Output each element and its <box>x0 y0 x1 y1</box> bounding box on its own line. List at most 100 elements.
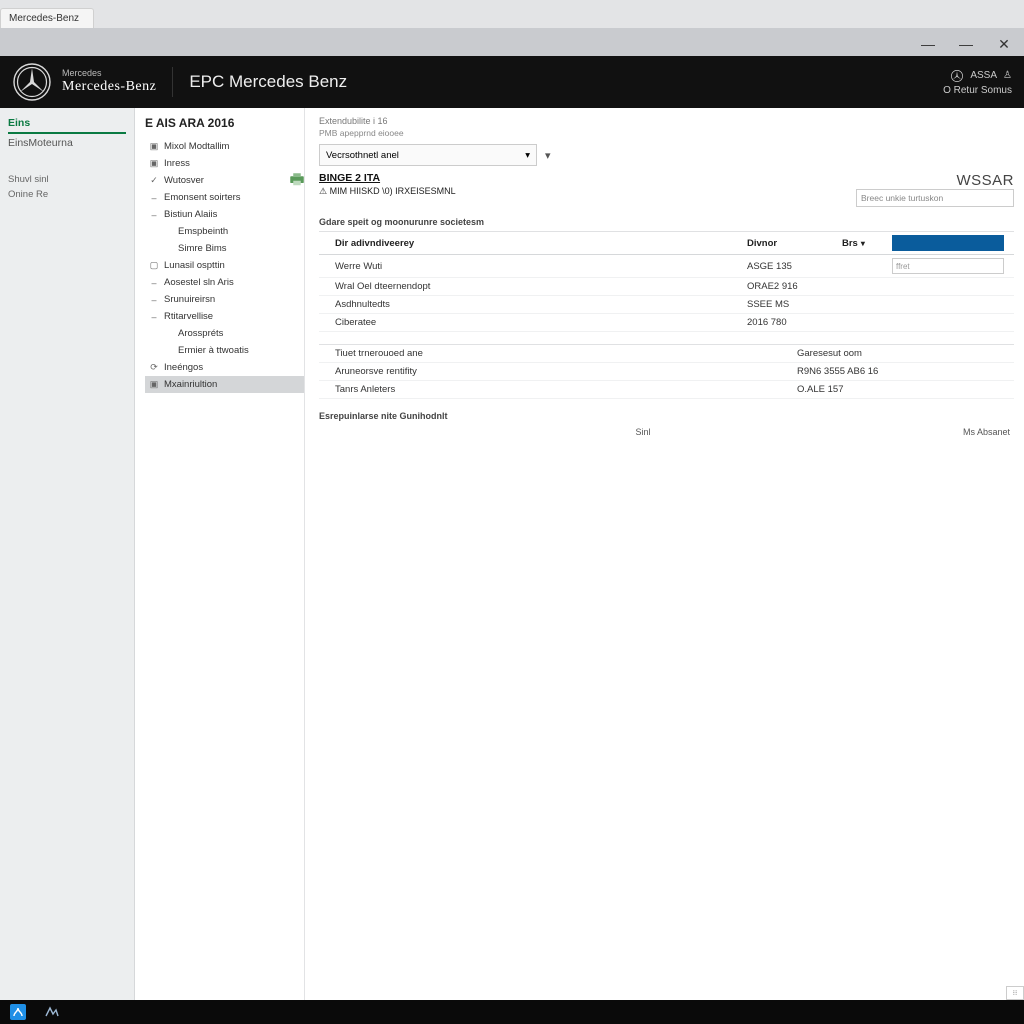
document-title[interactable]: BINGE 2 ITA <box>319 172 456 184</box>
tree-item-14[interactable]: ▣Mxainriultion <box>145 376 304 393</box>
tree-item-11[interactable]: Arosspréts <box>145 325 304 342</box>
document-subtitle: ⚠ MIM HIISKD \0) IRXEISESMNL <box>319 186 456 197</box>
inline-input[interactable]: ffret <box>892 258 1004 274</box>
maximize-icon[interactable]: — <box>958 36 974 52</box>
cell-value: SSEE MS <box>747 299 842 310</box>
main-content: Extendubilite i 16 PMB apepprnd eiooee V… <box>305 108 1024 1000</box>
tree-item-2[interactable]: ✓ Wutosver <box>145 172 304 189</box>
nav-tree: E AIS ARA 2016 ▣ Mixol Modtallim ▣ Inress ✓ W… <box>135 108 305 1000</box>
cell-value: R9N6 3555 AB6 16 <box>797 366 1012 377</box>
app-title: EPC Mercedes Benz <box>189 72 347 92</box>
tree-item-icon: ✓ <box>149 175 159 186</box>
sidebar-tab-secondary[interactable]: EinsMoteurna <box>8 134 126 152</box>
tree-item-icon: ▢ <box>149 260 159 271</box>
tree-item-icon: ▣ <box>149 141 159 152</box>
close-icon[interactable]: ✕ <box>996 36 1012 52</box>
footer-center-label: Sinl <box>635 427 650 437</box>
dropdown-label: Vecrsothnetl anel <box>326 150 399 161</box>
tree-item-7[interactable]: ▢ Lunasil ospttin <box>145 257 304 274</box>
header-assa-label: ASSA <box>970 70 997 81</box>
tree-item-label: Lunasil ospttin <box>164 260 225 271</box>
sidebar-link-2[interactable]: Onine Re <box>8 185 126 200</box>
table-header-row: Dir adivndiveerey Divnor Brs ▾ <box>319 232 1014 255</box>
table-row: AsdhnultedtsSSEE MS <box>319 296 1014 314</box>
col-header-3[interactable]: Brs ▾ <box>842 238 892 249</box>
chevron-down-icon: ▾ <box>525 150 530 161</box>
cell-value: ORAE2 916 <box>747 281 842 292</box>
cell-label: Ciberatee <box>321 317 747 328</box>
cell-label: Aruneorsve rentifity <box>321 366 797 377</box>
cell-value: ASGE 135 <box>747 261 842 272</box>
tree-item-icon: – <box>149 210 159 220</box>
tree-item-label: Simre Bims <box>178 243 227 254</box>
tree-item-8[interactable]: –Aosestel sln Aris <box>145 274 304 291</box>
tree-item-13[interactable]: ⟳ Ineéngos <box>145 359 304 376</box>
cell-label: Tanrs Anleters <box>321 384 797 395</box>
cell-label: Asdhnultedts <box>321 299 747 310</box>
brand-logo-small-icon <box>950 69 964 83</box>
tree-item-icon: – <box>149 295 159 305</box>
search-input[interactable]: Breec unkie turtuskon <box>856 189 1014 207</box>
breadcrumb: Extendubilite i 16 <box>319 116 1014 126</box>
taskbar-app-icon-1[interactable] <box>10 1004 26 1020</box>
dropdown-expand-icon[interactable]: ▾ <box>545 149 559 162</box>
tree-item-icon: – <box>149 312 159 322</box>
tree-item-label: Aosestel sln Aris <box>164 277 234 288</box>
table-row: Werre WutiASGE 135 ffret <box>319 255 1014 278</box>
cell-value: 2016 780 <box>747 317 842 328</box>
tree-item-label: Wutosver <box>164 175 204 186</box>
print-icon[interactable] <box>305 173 306 187</box>
table-row: Wral Oel dteernendoptORAE2 916 <box>319 278 1014 296</box>
tree-item-0[interactable]: ▣ Mixol Modtallim <box>145 138 304 155</box>
tree-item-12[interactable]: Ermier à ttwoatis <box>145 342 304 359</box>
brand-name: Mercedes-Benz <box>62 79 156 94</box>
brand-subtitle: Mercedes <box>62 69 156 79</box>
tree-item-4[interactable]: –Bistiun Alaiis <box>145 206 304 223</box>
resize-grip-icon[interactable]: ⁝⁝ <box>1006 986 1024 1000</box>
brand-logo-icon <box>12 62 52 102</box>
cell-value: O.ALE 157 <box>797 384 1012 395</box>
cell-label: Tiuet trnerouoed ane <box>321 348 797 359</box>
wsar-label: WSSAR <box>856 172 1014 189</box>
cell-value: Garesesut oom <box>797 348 1012 359</box>
tree-item-label: Ineéngos <box>164 362 203 373</box>
tree-item-5[interactable]: Emspbeinth <box>145 223 304 240</box>
taskbar-app-icon-2[interactable] <box>44 1004 60 1020</box>
tree-item-6[interactable]: Simre Bims <box>145 240 304 257</box>
tree-item-icon: – <box>149 193 159 203</box>
spec-table-2: Tiuet trnerouoed aneGaresesut oomAruneor… <box>319 344 1014 399</box>
context-dropdown[interactable]: Vecrsothnetl anel ▾ <box>319 144 537 166</box>
tree-item-label: Srunuireirsn <box>164 294 215 305</box>
tree-item-3[interactable]: –Emonsent soirters <box>145 189 304 206</box>
table-row: Tiuet trnerouoed aneGaresesut oom <box>319 345 1014 363</box>
tree-item-label: Inress <box>164 158 190 169</box>
sidebar-tab-active[interactable]: Eins <box>8 114 126 134</box>
breadcrumb-sub: PMB apepprnd eiooee <box>319 128 1014 138</box>
tree-item-label: Mixol Modtallim <box>164 141 229 152</box>
app-header: Mercedes Mercedes-Benz EPC Mercedes Benz… <box>0 56 1024 108</box>
left-sidebar: Eins EinsMoteurna Shuvl sinl Onine Re <box>0 108 135 1000</box>
header-pill[interactable] <box>892 235 1004 251</box>
sidebar-link-1[interactable]: Shuvl sinl <box>8 152 126 185</box>
browser-tab[interactable]: Mercedes-Benz <box>0 8 94 28</box>
tree-item-icon: – <box>149 278 159 288</box>
cell-label: Wral Oel dteernendopt <box>321 281 747 292</box>
minimize-icon[interactable]: — <box>920 36 936 52</box>
tree-item-9[interactable]: –Srunuireirsn <box>145 291 304 308</box>
tree-item-label: Emspbeinth <box>178 226 228 237</box>
user-icon: ♙ <box>1003 70 1012 81</box>
footer-right-label: Ms Absanet <box>963 427 1010 437</box>
tree-item-1[interactable]: ▣ Inress <box>145 155 304 172</box>
tree-item-10[interactable]: –Rtitarvellise <box>145 308 304 325</box>
tree-item-label: Arosspréts <box>178 328 223 339</box>
header-status-text: O Retur Somus <box>943 85 1012 96</box>
cell-label: Werre Wuti <box>321 261 747 272</box>
taskbar <box>0 1000 1024 1024</box>
tree-item-icon: ▣ <box>149 158 159 169</box>
tree-item-label: Bistiun Alaiis <box>164 209 217 220</box>
tree-item-label: Ermier à ttwoatis <box>178 345 249 356</box>
tree-item-icon: ⟳ <box>149 362 159 373</box>
tree-item-label: Emonsent soirters <box>164 192 241 203</box>
nav-tree-title: E AIS ARA 2016 <box>145 116 304 130</box>
table-row: Tanrs AnletersO.ALE 157 <box>319 381 1014 399</box>
